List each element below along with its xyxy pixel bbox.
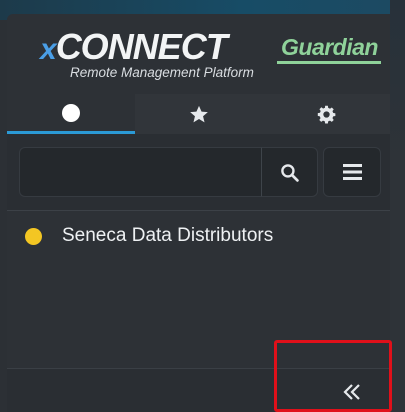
search-input[interactable] [19, 147, 261, 197]
list-item-label: Seneca Data Distributors [62, 225, 274, 246]
search-bar [7, 134, 390, 211]
double-chevron-left-icon [343, 384, 360, 400]
side-background [390, 0, 405, 412]
logo-product-underline [277, 61, 381, 64]
gear-icon [317, 105, 335, 124]
star-icon [189, 105, 208, 122]
app-logo: xCONNECT Guardian Remote Management Plat… [7, 14, 390, 92]
collapse-sidebar-button[interactable] [274, 340, 392, 412]
status-dot [25, 227, 42, 245]
hamburger-menu-icon [342, 164, 362, 180]
search-icon [281, 163, 299, 182]
list-item[interactable]: Seneca Data Distributors [7, 219, 390, 253]
tab-favorites[interactable] [135, 94, 262, 134]
tab-settings[interactable] [262, 94, 390, 134]
circle-icon [62, 103, 80, 122]
search-button[interactable] [261, 147, 318, 197]
tab-all[interactable] [7, 94, 135, 134]
logo-brand-prefix: x [40, 33, 57, 66]
logo-subtitle: Remote Management Platform [70, 65, 254, 80]
logo-brand-main: CONNECT [55, 26, 228, 67]
menu-button[interactable] [323, 147, 381, 197]
sidebar-tabs [7, 94, 390, 135]
logo-product: Guardian [281, 34, 378, 60]
logo-brand: xCONNECT [40, 26, 228, 69]
